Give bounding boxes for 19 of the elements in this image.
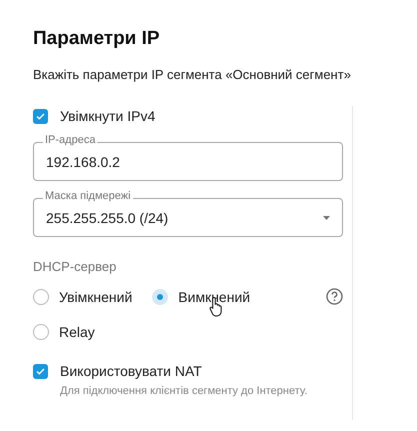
page-description: Вкажіть параметри IP сегмента «Основний сегмент» (33, 67, 352, 82)
checkbox[interactable] (33, 108, 48, 124)
page-title: Параметри IP (33, 28, 161, 50)
checkbox[interactable] (33, 364, 48, 378)
checkbox-label: Увімкнути IPv4 (60, 108, 156, 124)
check-icon (36, 112, 45, 120)
radio-button[interactable] (33, 289, 49, 305)
radio-option[interactable]: Relay (33, 323, 95, 341)
section-label: DHCP-сервер (33, 259, 118, 274)
hint-text: Для підключення клієнтів сегменту до Інтернету. (60, 385, 308, 397)
caret-icon (323, 216, 330, 220)
checkbox-label: Використовувати NAT (60, 363, 202, 379)
field-label: Маска підмережі (43, 190, 133, 202)
radio-button[interactable] (152, 289, 168, 305)
help-icon[interactable] (326, 288, 343, 305)
field-label: IP-адреса (43, 134, 98, 146)
radio-option[interactable]: Увімкнений (33, 288, 132, 306)
radio-button[interactable] (33, 324, 49, 340)
check-icon (36, 368, 45, 374)
